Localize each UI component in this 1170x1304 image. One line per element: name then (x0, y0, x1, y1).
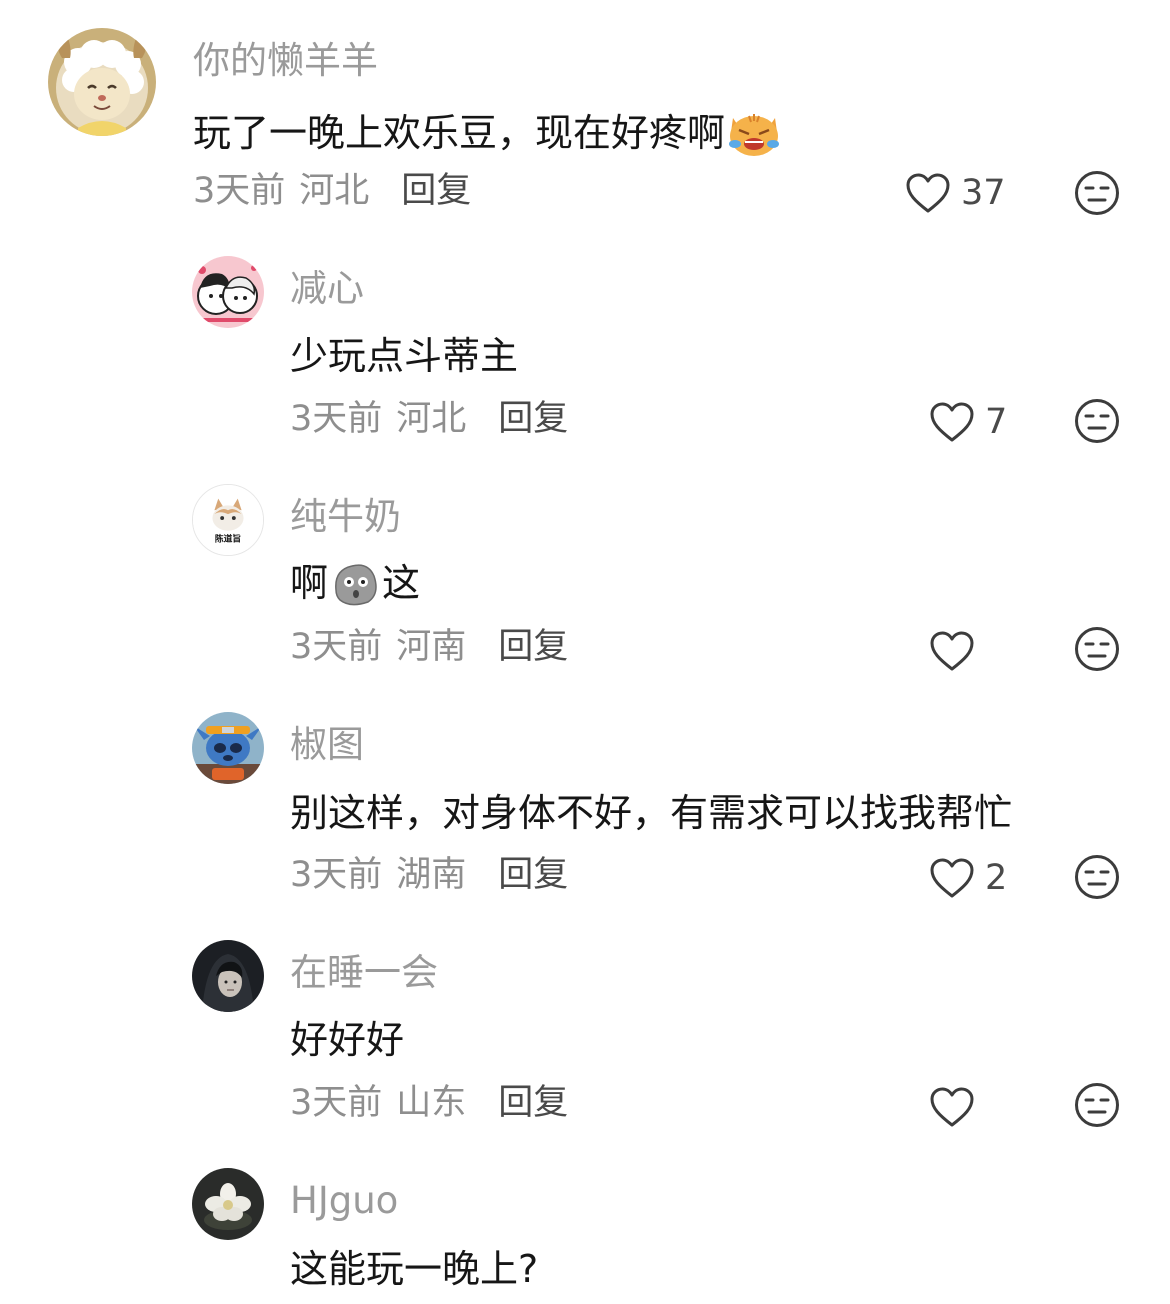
stitch-naruto-avatar (192, 712, 264, 784)
dark-portrait-avatar (192, 940, 264, 1012)
comment-meta: 3天前 河北 回复 (290, 402, 568, 437)
dislike-button[interactable] (1074, 170, 1120, 216)
reply-button[interactable]: 回复 (498, 858, 568, 893)
lazy-sheep-avatar (48, 28, 156, 136)
neutral-face-icon (1075, 627, 1119, 671)
comment-meta: 3天前 山东 回复 (290, 1086, 568, 1121)
avatar-caption: 陈道旨 (215, 532, 241, 544)
neutral-face-icon (1075, 1083, 1119, 1127)
couple-cartoon-avatar (192, 256, 264, 328)
dislike-button[interactable] (1074, 1082, 1120, 1128)
cat-photo-avatar: 陈道旨 (193, 485, 263, 555)
shocked-potato-emoji (330, 560, 380, 606)
avatar[interactable] (192, 940, 264, 1012)
region: 河北 (396, 399, 467, 439)
like-count: 37 (961, 172, 1006, 213)
region: 山东 (396, 1083, 467, 1123)
neutral-face-icon (1075, 399, 1119, 443)
username[interactable]: 在睡一会 (290, 954, 438, 991)
username[interactable]: 减心 (290, 270, 364, 307)
comment-meta: 3天前 河北 回复 (193, 174, 471, 209)
username[interactable]: HJguo (290, 1182, 398, 1219)
comment-text: 这能玩一晚上? (290, 1247, 539, 1291)
like-button[interactable] (929, 1082, 985, 1132)
like-button[interactable]: 2 (929, 853, 1007, 903)
avatar[interactable]: 陈道旨 (192, 484, 264, 556)
region: 湖南 (396, 855, 467, 895)
reply-button[interactable]: 回复 (498, 1086, 568, 1121)
comment-meta: 3天前 湖南 回复 (290, 858, 568, 893)
heart-outline-icon (906, 173, 950, 213)
reply-button[interactable]: 回复 (498, 402, 568, 437)
neutral-face-icon (1075, 171, 1119, 215)
timestamp: 3天前 (290, 399, 383, 439)
region: 河南 (396, 627, 467, 667)
dislike-button[interactable] (1074, 854, 1120, 900)
like-count: 7 (985, 401, 1008, 442)
avatar[interactable] (192, 712, 264, 784)
heart-outline-icon (930, 1087, 974, 1127)
like-count: 2 (985, 857, 1008, 898)
region: 河北 (299, 171, 370, 211)
timestamp: 3天前 (290, 855, 383, 895)
comment-text: 少玩点斗蒂主 (290, 334, 519, 378)
timestamp: 3天前 (290, 627, 383, 667)
heart-outline-icon (930, 402, 974, 442)
comment-text: 玩了一晚上欢乐豆，现在好疼啊 (193, 108, 783, 158)
avatar[interactable] (48, 28, 156, 136)
white-flower-avatar (192, 1168, 264, 1240)
like-button[interactable]: 7 (929, 397, 1007, 447)
avatar[interactable] (192, 1168, 264, 1240)
comment-text: 别这样，对身体不好，有需求可以找我帮忙 (290, 791, 1013, 835)
username[interactable]: 你的懒羊羊 (193, 42, 378, 79)
neutral-face-icon (1075, 855, 1119, 899)
username[interactable]: 椒图 (290, 726, 364, 763)
heart-outline-icon (930, 858, 974, 898)
timestamp: 3天前 (290, 1083, 383, 1123)
dislike-button[interactable] (1074, 626, 1120, 672)
comment-text: 啊 这 (290, 560, 421, 606)
comment-text: 好好好 (290, 1018, 405, 1062)
dislike-button[interactable] (1074, 398, 1120, 444)
username[interactable]: 纯牛奶 (290, 498, 401, 535)
timestamp: 3天前 (193, 171, 286, 211)
reply-button[interactable]: 回复 (498, 630, 568, 665)
like-button[interactable]: 37 (905, 168, 1006, 218)
comment-meta: 3天前 河南 回复 (290, 630, 568, 665)
heart-outline-icon (930, 631, 974, 671)
avatar[interactable] (192, 256, 264, 328)
reply-button[interactable]: 回复 (401, 174, 471, 209)
like-button[interactable] (929, 626, 985, 676)
crying-cat-emoji (727, 108, 781, 158)
